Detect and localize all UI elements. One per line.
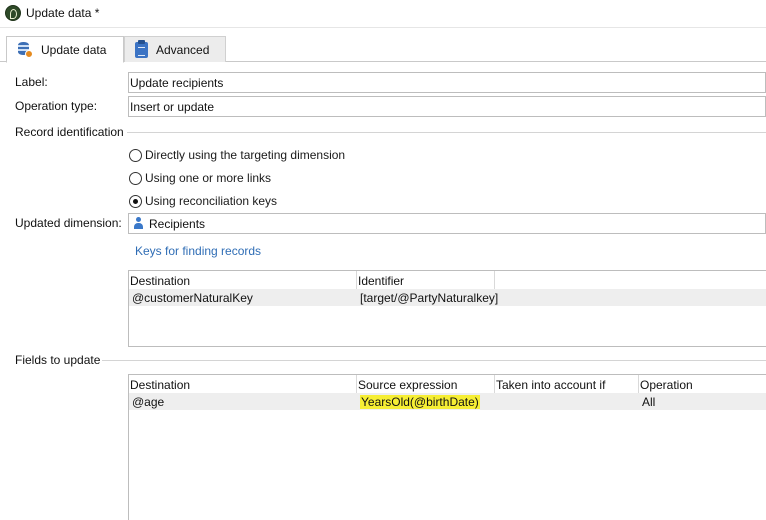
updated-dimension-value: Recipients — [149, 217, 206, 231]
table-cell: @age — [132, 395, 165, 409]
table-cell — [495, 393, 639, 410]
fields-table[interactable]: Destination Source expression Taken into… — [128, 374, 766, 520]
column-header[interactable]: Destination — [129, 271, 357, 289]
label-input[interactable]: Update recipients — [128, 72, 766, 93]
radio-label: Directly using the targeting dimension — [145, 148, 346, 162]
app-logo-icon — [5, 5, 21, 21]
radio-label: Using reconciliation keys — [145, 194, 278, 208]
column-header[interactable]: Taken into account if — [495, 375, 639, 393]
radio-button-selected[interactable] — [129, 194, 142, 208]
highlighted-expression: YearsOld(@birthDate) — [360, 395, 480, 409]
table-row[interactable]: @age YearsOld(@birthDate) All — [129, 393, 766, 410]
radio-links[interactable]: Using one or more links — [129, 171, 271, 185]
column-header[interactable]: Destination — [129, 375, 357, 393]
updated-dimension-select[interactable]: Recipients — [128, 213, 766, 234]
radio-button[interactable] — [129, 171, 142, 185]
table-cell: All — [642, 395, 656, 409]
record-identification-heading: Record identification — [15, 125, 124, 139]
table-cell: [target/@PartyNaturalkey] — [360, 291, 499, 305]
tab-bar: Update data Advanced — [0, 36, 766, 63]
radio-label: Using one or more links — [145, 171, 272, 185]
operation-type-label: Operation type: — [15, 99, 98, 113]
column-header[interactable]: Operation — [639, 375, 766, 393]
tab-label: Advanced — [156, 42, 210, 57]
tab-advanced[interactable]: Advanced — [124, 36, 226, 62]
database-update-icon — [17, 41, 33, 58]
column-header[interactable]: Source expression — [357, 375, 495, 393]
table-header: Destination Identifier — [129, 271, 766, 289]
table-header: Destination Source expression Taken into… — [129, 375, 766, 393]
section-divider — [127, 132, 766, 133]
clipboard-icon — [135, 39, 148, 58]
radio-reconciliation-keys[interactable]: Using reconciliation keys — [129, 194, 277, 208]
table-row[interactable]: @customerNaturalKey [target/@PartyNatura… — [129, 289, 766, 306]
table-cell-source-expression: YearsOld(@birthDate) — [357, 393, 495, 410]
tab-label: Update data — [41, 42, 107, 57]
table-cell: @customerNaturalKey — [132, 291, 253, 305]
section-divider — [102, 360, 766, 361]
window-title: Update data * — [26, 6, 100, 20]
tab-update-data[interactable]: Update data — [6, 36, 124, 63]
person-icon — [134, 217, 143, 229]
fields-to-update-heading: Fields to update — [15, 353, 101, 367]
window-titlebar: Update data * — [0, 0, 766, 28]
operation-type-select[interactable]: Insert or update — [128, 96, 766, 117]
radio-targeting-dimension[interactable]: Directly using the targeting dimension — [129, 148, 345, 162]
keys-table[interactable]: Destination Identifier @customerNaturalK… — [128, 270, 766, 347]
column-header[interactable]: Identifier — [357, 271, 495, 289]
keys-for-finding-records-link[interactable]: Keys for finding records — [135, 244, 261, 258]
label-field-label: Label: — [15, 75, 48, 89]
updated-dimension-label: Updated dimension: — [15, 216, 122, 230]
radio-button[interactable] — [129, 148, 142, 162]
